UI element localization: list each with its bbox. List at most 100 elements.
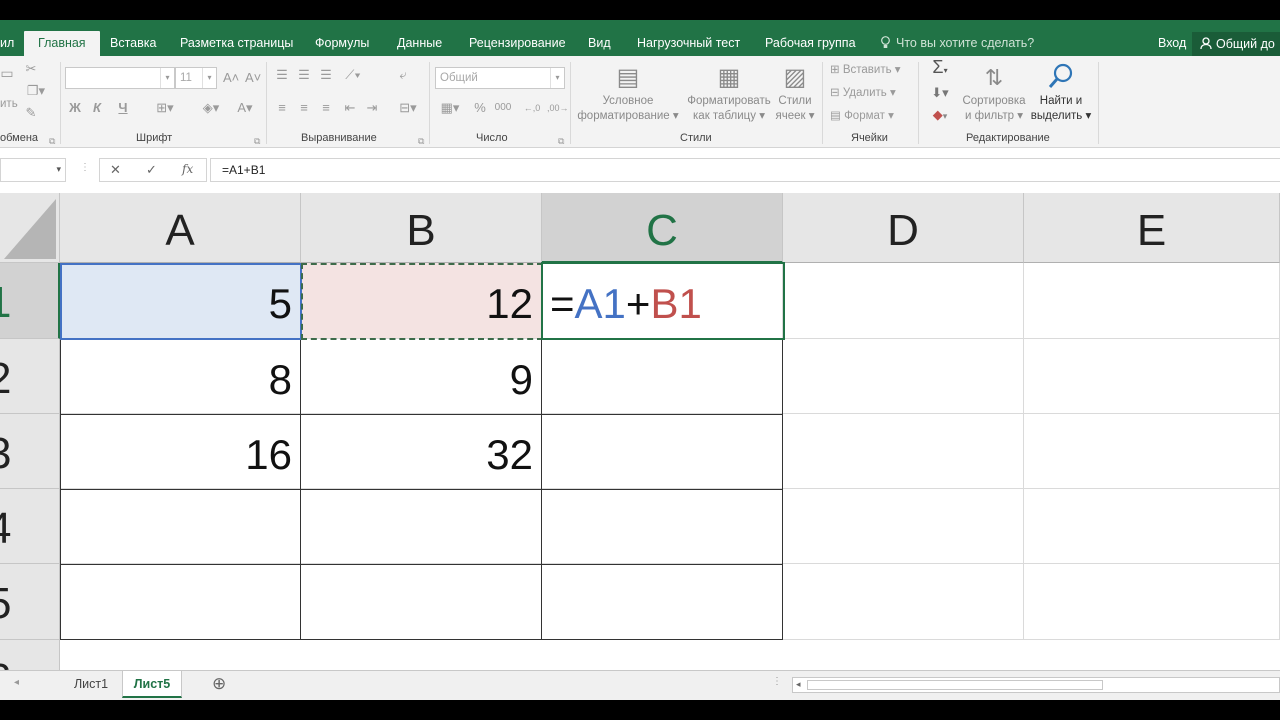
cell-b4[interactable] [301,489,542,564]
fill-color-icon[interactable]: ◈▾ [198,101,224,115]
prev-sheet-icon[interactable]: ◂ [14,677,19,688]
cell-d1[interactable] [783,263,1024,339]
cell-a4[interactable] [60,489,301,564]
insert-cells-button[interactable]: ⊞ Вставить ▾ [830,62,901,78]
cell-c3[interactable] [542,414,783,489]
align-right-icon[interactable]: ≡ [318,101,334,115]
horizontal-scrollbar[interactable]: ◂ [792,677,1280,693]
name-box[interactable]: ▾ [0,158,66,182]
italic-button[interactable]: К [90,101,104,115]
cell-d2[interactable] [783,339,1024,414]
scroll-left-icon[interactable]: ◂ [796,679,801,690]
format-cells-button[interactable]: ▤ Формат ▾ [830,108,894,124]
formula-input[interactable]: =A1+B1 [210,158,1280,182]
sheet-tab-1[interactable]: Лист1 [62,671,120,698]
cell-styles-button[interactable]: ▨ Стили ячеек ▾ [772,62,818,124]
sort-filter-button[interactable]: ⇅ Сортировка и фильтр ▾ [960,62,1028,124]
cell-c4[interactable] [542,489,783,564]
cell-d5[interactable] [783,564,1024,640]
cell-a2[interactable]: 8 [60,339,301,414]
cell-e4[interactable] [1024,489,1280,564]
font-color-icon[interactable]: A▾ [232,101,258,115]
alignment-dialog-icon[interactable]: ⧉ [418,134,424,148]
column-header-b[interactable]: B [301,193,542,263]
currency-format-icon[interactable]: ▦▾ [437,101,463,115]
insert-function-icon[interactable]: fx [182,162,193,176]
cell-c5[interactable] [542,564,783,640]
cell-e3[interactable] [1024,414,1280,489]
bold-button[interactable]: Ж [68,101,82,115]
worksheet-grid[interactable]: A B C D E 1 2 3 4 5 6 5 12 =A1+B1 8 9 16… [0,193,1280,670]
row-header-6[interactable]: 6 [0,640,60,670]
dialog-launcher-icon[interactable]: ⧉ [49,134,55,148]
conditional-formatting-button[interactable]: ▤ Условное форматирование ▾ [575,62,681,124]
row-header-2[interactable]: 2 [0,339,60,414]
cell-e2[interactable] [1024,339,1280,414]
clear-icon[interactable]: ◆▾ [926,108,954,123]
tab-home[interactable]: Главная [24,31,100,56]
find-select-button[interactable]: Найти и выделить ▾ [1030,62,1092,124]
borders-icon[interactable]: ⊞▾ [152,101,178,115]
tab-team[interactable]: Рабочая группа [765,31,856,56]
increase-indent-icon[interactable]: ⇥ [364,101,380,115]
align-center-icon[interactable]: ≡ [296,101,312,115]
share-button[interactable]: Общий до [1192,32,1280,56]
column-header-c[interactable]: C [542,193,783,263]
tab-review[interactable]: Рецензирование [469,31,566,56]
underline-button[interactable]: Ч [112,101,134,115]
cell-d3[interactable] [783,414,1024,489]
tab-load-test[interactable]: Нагрузочный тест [637,31,740,56]
copy-icon[interactable]: ❐▾ [22,84,50,98]
cell-c2[interactable] [542,339,783,414]
number-dialog-icon[interactable]: ⧉ [558,134,564,148]
tab-insert[interactable]: Вставка [110,31,156,56]
format-painter-icon[interactable]: ✎ [22,106,40,120]
align-middle-icon[interactable]: ☰ [296,68,312,82]
cell-b2[interactable]: 9 [301,339,542,414]
tab-view[interactable]: Вид [588,31,611,56]
decrease-indent-icon[interactable]: ⇤ [342,101,358,115]
tab-page-layout[interactable]: Разметка страницы [180,31,293,56]
tab-formulas[interactable]: Формулы [315,31,369,56]
tab-data[interactable]: Данные [397,31,442,56]
select-all-corner[interactable] [0,193,60,263]
fill-icon[interactable]: ⬇▾ [926,86,954,100]
increase-font-icon[interactable]: A˄ [223,71,239,85]
cell-e1[interactable] [1024,263,1280,339]
increase-decimal-icon[interactable]: ←,0 [523,101,541,115]
percent-icon[interactable]: % [473,101,487,115]
font-size-combo[interactable]: 11 ▾ [175,67,217,89]
align-bottom-icon[interactable]: ☰ [318,68,334,82]
wrap-text-icon[interactable]: ⤶ [395,68,411,82]
align-left-icon[interactable]: ≡ [274,101,290,115]
row-header-3[interactable]: 3 [0,414,60,489]
tab-file[interactable]: ил [0,31,14,56]
split-handle-icon[interactable]: ⋮ [772,676,782,687]
orientation-icon[interactable]: ⟋▾ [340,68,366,82]
thousands-separator-icon[interactable]: 000 [493,101,513,115]
cell-b3[interactable]: 32 [301,414,542,489]
decrease-decimal-icon[interactable]: ,00→ [547,101,569,115]
column-header-d[interactable]: D [783,193,1024,263]
tell-me-box[interactable]: Что вы хотите сделать? [880,31,1034,56]
font-name-combo[interactable]: ▾ [65,67,175,89]
cell-d4[interactable] [783,489,1024,564]
sign-in-link[interactable]: Вход [1158,31,1186,56]
cell-a5[interactable] [60,564,301,640]
number-format-combo[interactable]: Общий ▾ [435,67,565,89]
cut-icon[interactable]: ✂ [22,62,40,76]
cancel-icon[interactable]: ✕ [110,162,121,178]
font-dialog-icon[interactable]: ⧉ [254,134,260,148]
autosum-icon[interactable]: Σ▾ [926,58,954,78]
column-header-a[interactable]: A [60,193,301,263]
paste-icon[interactable]: ▭ [0,66,14,80]
row-header-5[interactable]: 5 [0,564,60,640]
decrease-font-icon[interactable]: A˅ [245,71,261,85]
row-header-4[interactable]: 4 [0,489,60,564]
scrollbar-thumb[interactable] [807,680,1103,690]
align-top-icon[interactable]: ☰ [274,68,290,82]
sheet-tab-5[interactable]: Лист5 [122,671,182,698]
enter-icon[interactable]: ✓ [146,162,157,178]
cell-e5[interactable] [1024,564,1280,640]
cell-a3[interactable]: 16 [60,414,301,489]
